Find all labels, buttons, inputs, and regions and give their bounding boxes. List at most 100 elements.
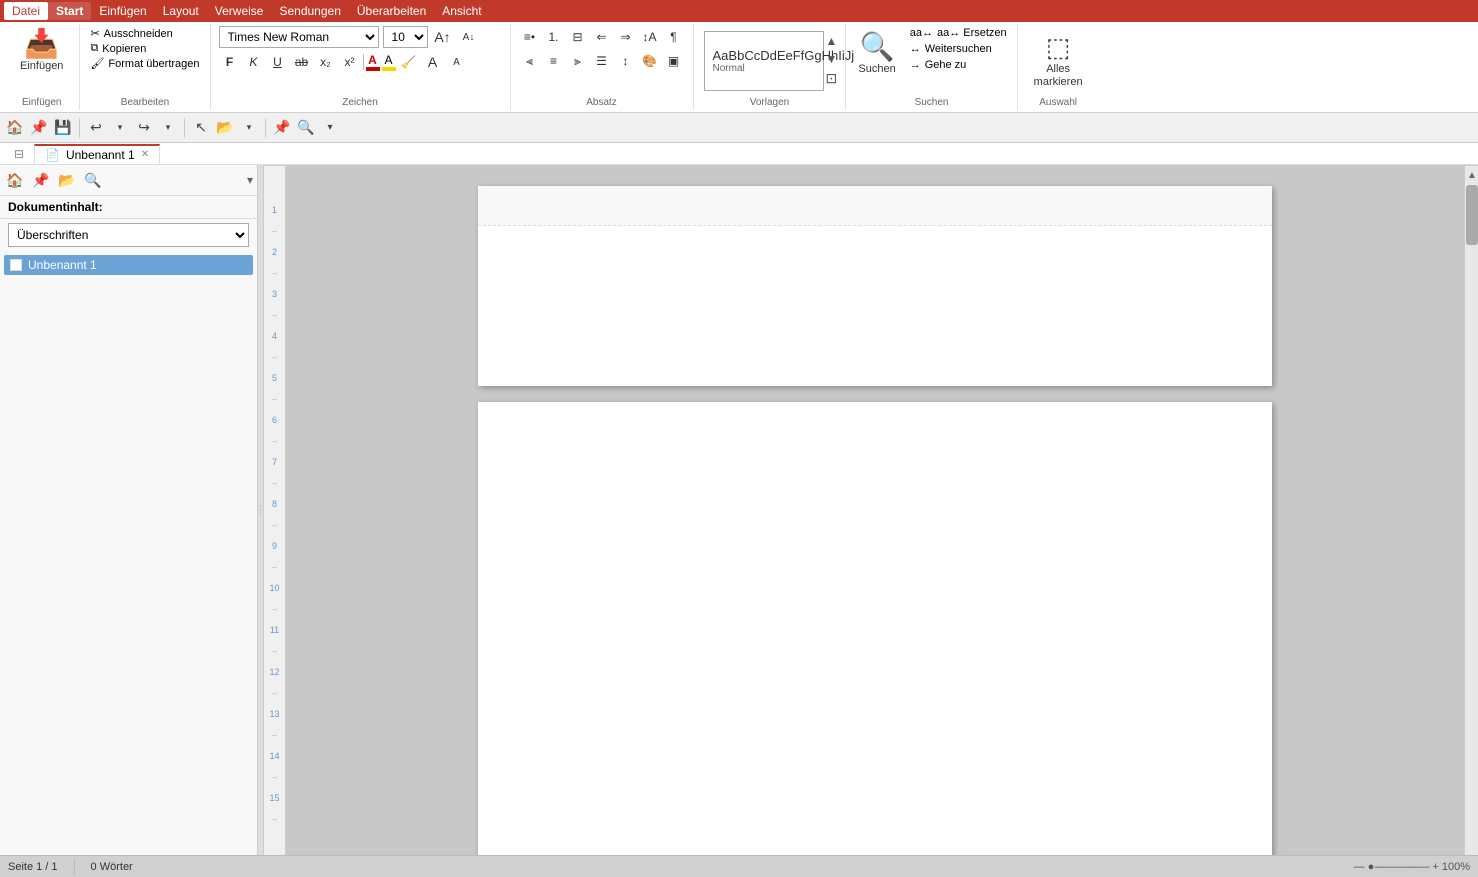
- line-spacing-btn[interactable]: ↕: [615, 50, 637, 72]
- pages-container[interactable]: [286, 166, 1464, 855]
- grow-font-btn[interactable]: A↑: [432, 26, 454, 48]
- doc-tab-close-btn[interactable]: ✕: [141, 149, 149, 160]
- open-qa-btn[interactable]: 📂: [214, 117, 236, 139]
- sort-btn[interactable]: ↕A: [639, 26, 661, 48]
- pin-doc-btn[interactable]: 📌: [271, 117, 293, 139]
- subscript-btn[interactable]: x₂: [315, 51, 337, 73]
- einfuegen-button[interactable]: 📥 Einfügen: [12, 26, 71, 76]
- zeichen-content: Times New Roman Arial Calibri 10 11 12 A…: [219, 26, 480, 95]
- grow-text-btn[interactable]: A: [422, 51, 444, 73]
- ruler-h-tick-12: 12: [1006, 165, 1068, 166]
- menu-verweise[interactable]: Verweise: [207, 2, 272, 20]
- small-caps-btn[interactable]: A: [446, 51, 468, 73]
- sidebar-search-btn[interactable]: 🔍: [82, 169, 104, 191]
- sidebar-filter-select[interactable]: Überschriften Seiten Alle: [8, 223, 249, 247]
- ersetzen-btn[interactable]: aa↔ aa↔ Ersetzen: [908, 26, 1009, 40]
- gehe-zu-label: Gehe zu: [925, 59, 967, 71]
- show-marks-btn[interactable]: ¶: [663, 26, 685, 48]
- layout-toggle-btn[interactable]: ⊟: [8, 145, 30, 163]
- menu-start[interactable]: Start: [48, 2, 91, 20]
- style-up-icon[interactable]: ▲: [826, 34, 838, 48]
- qa-expand-btn[interactable]: ▾: [319, 117, 341, 139]
- scroll-track[interactable]: [1465, 246, 1478, 855]
- menu-ueberarbeiten[interactable]: Überarbeiten: [349, 2, 434, 20]
- open-dropdown-btn[interactable]: ▾: [238, 117, 260, 139]
- ruler-v-dash-9: –: [264, 560, 285, 574]
- underline-btn[interactable]: U: [267, 51, 289, 73]
- undo-qa-btn[interactable]: ↩: [85, 117, 107, 139]
- document-page-content[interactable]: [478, 402, 1272, 855]
- save-qa-btn[interactable]: 💾: [52, 117, 74, 139]
- numbering-btn[interactable]: 1.: [543, 26, 565, 48]
- menu-layout[interactable]: Layout: [155, 2, 207, 20]
- ruler-h-tick-18: 18: [1376, 165, 1438, 166]
- shrink-font-btn[interactable]: A↓: [458, 26, 480, 48]
- bold-btn[interactable]: F: [219, 51, 241, 73]
- sidebar-home-btn[interactable]: 🏠: [4, 169, 26, 191]
- ribbon: 📥 Einfügen Einfügen ✂ Ausschneiden ⧉ Kop…: [0, 22, 1478, 113]
- align-right-btn[interactable]: ⫸: [567, 50, 589, 72]
- scroll-up-btn[interactable]: ▲: [1465, 166, 1478, 184]
- sidebar-collapse-btn[interactable]: ▾: [247, 173, 253, 187]
- ausschneiden-btn[interactable]: ✂ Ausschneiden: [88, 26, 201, 41]
- strikethrough-btn[interactable]: ab: [291, 51, 313, 73]
- alles-markieren-button[interactable]: ⬚ Allesmarkieren: [1026, 28, 1091, 93]
- style-name: Normal: [713, 63, 815, 74]
- normal-style-box[interactable]: AaBbCcDdEeFfGgHhIiJj Normal: [704, 31, 824, 91]
- zoom-controls[interactable]: — ●————— + 100%: [1354, 861, 1470, 873]
- pin-qa-btn[interactable]: 📌: [28, 117, 50, 139]
- vertical-scrollbar[interactable]: ▲ ▼: [1464, 166, 1478, 855]
- align-center-btn[interactable]: ≡: [543, 50, 565, 72]
- superscript-btn[interactable]: x²: [339, 51, 361, 73]
- redo-qa-btn[interactable]: ↪: [133, 117, 155, 139]
- kopieren-btn[interactable]: ⧉ Kopieren: [88, 41, 201, 56]
- gehe-zu-btn[interactable]: → Gehe zu: [908, 58, 1009, 72]
- multilevel-btn[interactable]: ⊟: [567, 26, 589, 48]
- menu-bar: Datei Start Einfügen Layout Verweise Sen…: [0, 0, 1478, 22]
- weitersuchen-btn[interactable]: ↔ Weitersuchen: [908, 42, 1009, 56]
- ruler-v-dash-12: –: [264, 686, 285, 700]
- sidebar-item-unbenannt1[interactable]: Unbenannt 1: [4, 255, 253, 275]
- bullets-btn[interactable]: ≡•: [519, 26, 541, 48]
- ruler-h-tick-4: 4: [513, 165, 575, 166]
- home-qa-btn[interactable]: 🏠: [4, 117, 26, 139]
- ruler-horizontal: ⊣ 123456789101112131415161718: [264, 165, 1478, 166]
- sidebar-folder-btn[interactable]: 📂: [56, 169, 78, 191]
- ruler-corner: ⊣: [268, 165, 288, 166]
- align-left-btn[interactable]: ⫷: [519, 50, 541, 72]
- menu-datei[interactable]: Datei: [4, 2, 48, 20]
- indent-less-btn[interactable]: ⇐: [591, 26, 613, 48]
- redo-dropdown-btn[interactable]: ▾: [157, 117, 179, 139]
- menu-sendungen[interactable]: Sendungen: [271, 2, 348, 20]
- indent-more-btn[interactable]: ⇒: [615, 26, 637, 48]
- sidebar-item-label: Unbenannt 1: [28, 258, 97, 272]
- cursor-qa-btn[interactable]: ↖: [190, 117, 212, 139]
- undo-dropdown-btn[interactable]: ▾: [109, 117, 131, 139]
- font-selector[interactable]: Times New Roman Arial Calibri: [219, 26, 379, 48]
- suchen-button[interactable]: 🔍 Suchen: [854, 26, 899, 79]
- borders-btn[interactable]: ▣: [663, 50, 685, 72]
- italic-btn[interactable]: K: [243, 51, 265, 73]
- format-uebertragen-btn[interactable]: 🖌 Format übertragen: [88, 56, 201, 71]
- font-color-btn[interactable]: A: [366, 53, 380, 72]
- ruler-v-tick-4: 4: [264, 322, 285, 350]
- scroll-thumb[interactable]: [1466, 185, 1478, 245]
- style-arrows[interactable]: ▲ ▼ ⊡: [826, 31, 838, 91]
- ribbon-group-auswahl: ⬚ Allesmarkieren Auswahl: [1018, 24, 1099, 110]
- ersetzen-icon: aa↔: [910, 27, 933, 39]
- document-page[interactable]: [478, 186, 1272, 386]
- highlight-color-btn[interactable]: A: [382, 53, 396, 72]
- justify-btn[interactable]: ☰: [591, 50, 613, 72]
- search-qa-btn[interactable]: 🔍: [295, 117, 317, 139]
- sidebar-pin-btn[interactable]: 📌: [30, 169, 52, 191]
- doc-tab-unbenannt1[interactable]: 📄 Unbenannt 1 ✕: [34, 144, 160, 164]
- shading-btn[interactable]: 🎨: [639, 50, 661, 72]
- style-expand-icon[interactable]: ⊡: [826, 70, 838, 87]
- menu-einfuegen[interactable]: Einfügen: [91, 2, 154, 20]
- einfuegen-icon: 📥: [24, 30, 59, 58]
- style-down-icon[interactable]: ▼: [826, 52, 838, 66]
- font-size-selector[interactable]: 10 11 12: [383, 26, 428, 48]
- clear-format-btn[interactable]: 🧹: [398, 51, 420, 73]
- menu-ansicht[interactable]: Ansicht: [434, 2, 489, 20]
- page-content-area[interactable]: [478, 402, 1272, 855]
